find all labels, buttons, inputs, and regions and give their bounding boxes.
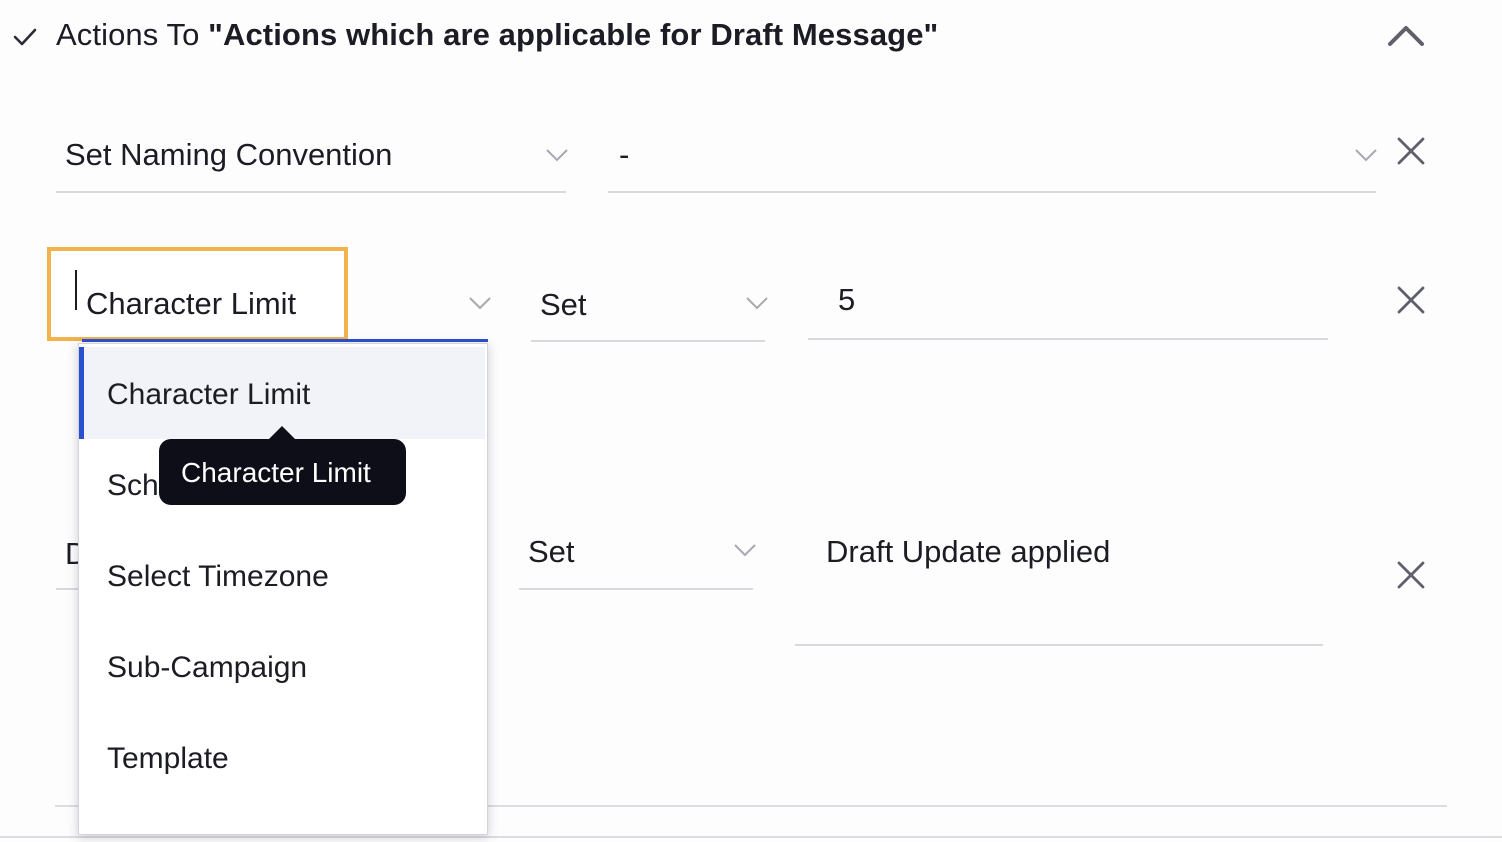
row-2-operator-select[interactable]: Set [531, 270, 768, 342]
row-2-operator-value: Set [540, 287, 587, 322]
check-icon [13, 28, 37, 46]
section-title: Actions To "Actions which are applicable… [56, 17, 938, 53]
chevron-down-icon [546, 149, 568, 162]
row-3-value: Draft Update applied [826, 534, 1111, 569]
row-3-remove-icon[interactable] [1396, 560, 1426, 590]
chevron-down-icon [734, 544, 756, 557]
row-1-value: - [619, 137, 630, 172]
tooltip: Character Limit [159, 439, 406, 505]
row-1-remove-icon[interactable] [1396, 136, 1426, 166]
row-2-field-focus-underline [82, 339, 488, 342]
field-dropdown-menu: Character Limit Sch Select Timezone Sub-… [78, 343, 488, 835]
row-2-value: 5 [838, 282, 856, 317]
row-3-value-textarea[interactable]: Draft Update applied [795, 518, 1323, 646]
row-2-value-input[interactable]: 5 [808, 268, 1328, 340]
dropdown-option-sub-campaign[interactable]: Sub-Campaign [79, 620, 485, 712]
dropdown-option-select-timezone[interactable]: Select Timezone [79, 529, 485, 621]
row-2-field-value: Character Limit [86, 286, 297, 321]
section-header: Actions To "Actions which are applicable… [0, 0, 1502, 80]
row-1-field-value: Set Naming Convention [65, 137, 393, 172]
section-title-prefix: Actions To [56, 17, 209, 52]
tooltip-label: Character Limit [181, 457, 371, 488]
tooltip-arrow [268, 426, 296, 440]
chevron-down-icon [1355, 149, 1377, 162]
row-3-operator-value: Set [528, 534, 575, 569]
text-caret [75, 270, 77, 310]
section-divider [0, 836, 1502, 838]
row-2-field-input-highlight[interactable]: Character Limit [47, 247, 348, 341]
section-title-name: "Actions which are applicable for Draft … [208, 17, 939, 52]
row-1-value-select[interactable]: - [608, 120, 1377, 193]
chevron-down-icon [469, 297, 491, 310]
row-1-field-select[interactable]: Set Naming Convention [56, 120, 568, 193]
chevron-down-icon [746, 297, 768, 310]
dropdown-option-template[interactable]: Template [79, 711, 485, 803]
row-3-operator-select[interactable]: Set [519, 518, 756, 590]
row-2-remove-icon[interactable] [1396, 285, 1426, 315]
chevron-up-icon[interactable] [1386, 20, 1426, 50]
